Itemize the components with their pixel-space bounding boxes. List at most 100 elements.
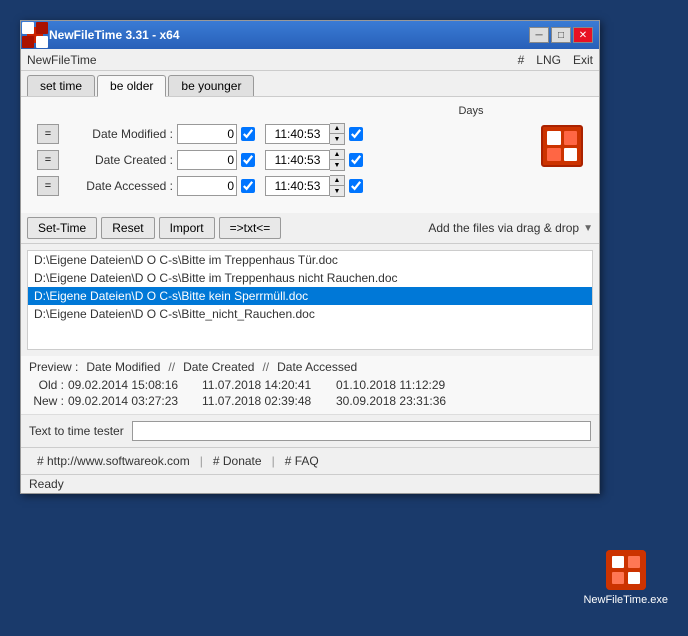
spin-accessed-down[interactable]: ▼ bbox=[330, 186, 344, 196]
days-modified-input[interactable] bbox=[177, 124, 237, 144]
preview-divider-1: // bbox=[168, 360, 175, 374]
logo-cell-1 bbox=[547, 131, 561, 145]
app-logo bbox=[541, 125, 583, 167]
preview-date-created-header: Date Created bbox=[183, 360, 254, 374]
status-text: Ready bbox=[29, 477, 64, 491]
content-area: Days = Date Modified : ▲ bbox=[21, 97, 599, 213]
time-modified-group: ▲ ▼ bbox=[265, 123, 345, 145]
spin-modified-down[interactable]: ▼ bbox=[330, 134, 344, 144]
preview-old-row: Old : 09.02.2014 15:08:16 11.07.2018 14:… bbox=[29, 378, 591, 392]
days-created-input[interactable] bbox=[177, 150, 237, 170]
set-time-button[interactable]: Set-Time bbox=[27, 217, 97, 239]
minimize-button[interactable]: ─ bbox=[529, 27, 549, 43]
preview-date-modified-header: Date Modified bbox=[86, 360, 160, 374]
text-tester-input[interactable] bbox=[132, 421, 591, 441]
text-tester-label: Text to time tester bbox=[29, 424, 124, 438]
toolbar: Set-Time Reset Import =>txt<= Add the fi… bbox=[21, 213, 599, 244]
preview-label: Preview : bbox=[29, 360, 78, 374]
rows-inner: = Date Modified : ▲ ▼ bbox=[37, 123, 533, 201]
time-created-group: ▲ ▼ bbox=[265, 149, 345, 171]
main-window: NewFileTime 3.31 - x64 ─ □ ✕ NewFileTime… bbox=[20, 20, 600, 494]
logo-cell-3 bbox=[547, 148, 561, 162]
file-list: D:\Eigene Dateien\D O C-s\Bitte im Trepp… bbox=[27, 250, 593, 350]
status-bar: Ready bbox=[21, 474, 599, 493]
preview-new-modified: 09.02.2014 03:27:23 bbox=[68, 394, 198, 408]
footer-divider-2: | bbox=[272, 454, 275, 468]
date-modified-row: = Date Modified : ▲ ▼ bbox=[37, 123, 533, 145]
check-accessed-2[interactable] bbox=[349, 179, 363, 193]
preview-old-modified: 09.02.2014 15:08:16 bbox=[68, 378, 198, 392]
list-item[interactable]: D:\Eigene Dateien\D O C-s\Bitte im Trepp… bbox=[28, 269, 592, 287]
list-item[interactable]: D:\Eigene Dateien\D O C-s\Bitte_nicht_Ra… bbox=[28, 305, 592, 323]
date-accessed-label: Date Accessed : bbox=[63, 179, 173, 193]
eq-created-button[interactable]: = bbox=[37, 150, 59, 170]
preview-new-created: 11.07.2018 02:39:48 bbox=[202, 394, 332, 408]
check-modified-1[interactable] bbox=[241, 127, 255, 141]
drag-drop-area[interactable]: Add the files via drag & drop ▼ bbox=[428, 221, 593, 235]
preview-new-accessed: 30.09.2018 23:31:36 bbox=[336, 394, 466, 408]
menu-lng[interactable]: LNG bbox=[536, 53, 561, 67]
drag-drop-label: Add the files via drag & drop bbox=[428, 221, 579, 235]
spin-accessed-up[interactable]: ▲ bbox=[330, 176, 344, 186]
footer-link-donate[interactable]: # Donate bbox=[205, 452, 270, 470]
footer-divider-1: | bbox=[200, 454, 203, 468]
preview-divider-2: // bbox=[262, 360, 269, 374]
spin-created-up[interactable]: ▲ bbox=[330, 150, 344, 160]
footer-link-website[interactable]: # http://www.softwareok.com bbox=[29, 452, 198, 470]
text-tester-area: Text to time tester bbox=[21, 414, 599, 447]
eq-accessed-button[interactable]: = bbox=[37, 176, 59, 196]
preview-old-accessed: 01.10.2018 11:12:29 bbox=[336, 378, 466, 392]
time-accessed-input[interactable] bbox=[265, 176, 330, 196]
date-created-row: = Date Created : ▲ ▼ bbox=[37, 149, 533, 171]
tab-be-older[interactable]: be older bbox=[97, 75, 166, 97]
preview-old-created: 11.07.2018 14:20:41 bbox=[202, 378, 332, 392]
menu-hash[interactable]: # bbox=[518, 53, 525, 67]
spin-modified-up[interactable]: ▲ bbox=[330, 124, 344, 134]
dropdown-arrow-icon[interactable]: ▼ bbox=[583, 223, 593, 234]
title-bar: NewFileTime 3.31 - x64 ─ □ ✕ bbox=[21, 21, 599, 49]
spinner-created: ▲ ▼ bbox=[330, 149, 345, 171]
close-button[interactable]: ✕ bbox=[573, 27, 593, 43]
spinner-accessed: ▲ ▼ bbox=[330, 175, 345, 197]
reset-button[interactable]: Reset bbox=[101, 217, 154, 239]
preview-new-label: New : bbox=[29, 394, 64, 408]
preview-header: Preview : Date Modified // Date Created … bbox=[29, 360, 591, 374]
window-title: NewFileTime 3.31 - x64 bbox=[49, 28, 529, 42]
exe-icon-image bbox=[606, 550, 646, 590]
eq-modified-button[interactable]: = bbox=[37, 124, 59, 144]
spin-created-down[interactable]: ▼ bbox=[330, 160, 344, 170]
check-created-2[interactable] bbox=[349, 153, 363, 167]
menu-newfiletime[interactable]: NewFileTime bbox=[27, 53, 97, 67]
tab-be-younger[interactable]: be younger bbox=[168, 75, 254, 96]
tab-bar: set time be older be younger bbox=[21, 71, 599, 97]
logo-cell-4 bbox=[564, 148, 578, 162]
logo-right bbox=[541, 125, 583, 167]
exe-icon[interactable]: NewFileTime.exe bbox=[583, 550, 668, 606]
time-created-input[interactable] bbox=[265, 150, 330, 170]
list-item-selected[interactable]: D:\Eigene Dateien\D O C-s\Bitte kein Spe… bbox=[28, 287, 592, 305]
preview-new-row: New : 09.02.2014 03:27:23 11.07.2018 02:… bbox=[29, 394, 591, 408]
app-icon bbox=[27, 27, 43, 43]
days-accessed-input[interactable] bbox=[177, 176, 237, 196]
check-created-1[interactable] bbox=[241, 153, 255, 167]
menu-exit[interactable]: Exit bbox=[573, 53, 593, 67]
footer-link-faq[interactable]: # FAQ bbox=[277, 452, 327, 470]
date-modified-label: Date Modified : bbox=[63, 127, 173, 141]
convert-button[interactable]: =>txt<= bbox=[219, 217, 282, 239]
check-accessed-1[interactable] bbox=[241, 179, 255, 193]
tab-set-time[interactable]: set time bbox=[27, 75, 95, 96]
days-label: Days bbox=[441, 105, 501, 117]
logo-cell-2 bbox=[564, 131, 578, 145]
time-modified-input[interactable] bbox=[265, 124, 330, 144]
preview-date-accessed-header: Date Accessed bbox=[277, 360, 357, 374]
list-item[interactable]: D:\Eigene Dateien\D O C-s\Bitte im Trepp… bbox=[28, 251, 592, 269]
date-accessed-row: = Date Accessed : ▲ ▼ bbox=[37, 175, 533, 197]
spinner-modified: ▲ ▼ bbox=[330, 123, 345, 145]
preview-section: Preview : Date Modified // Date Created … bbox=[21, 356, 599, 414]
check-modified-2[interactable] bbox=[349, 127, 363, 141]
menu-right: # LNG Exit bbox=[518, 53, 593, 67]
days-header: Days bbox=[29, 105, 591, 117]
date-created-label: Date Created : bbox=[63, 153, 173, 167]
maximize-button[interactable]: □ bbox=[551, 27, 571, 43]
import-button[interactable]: Import bbox=[159, 217, 215, 239]
